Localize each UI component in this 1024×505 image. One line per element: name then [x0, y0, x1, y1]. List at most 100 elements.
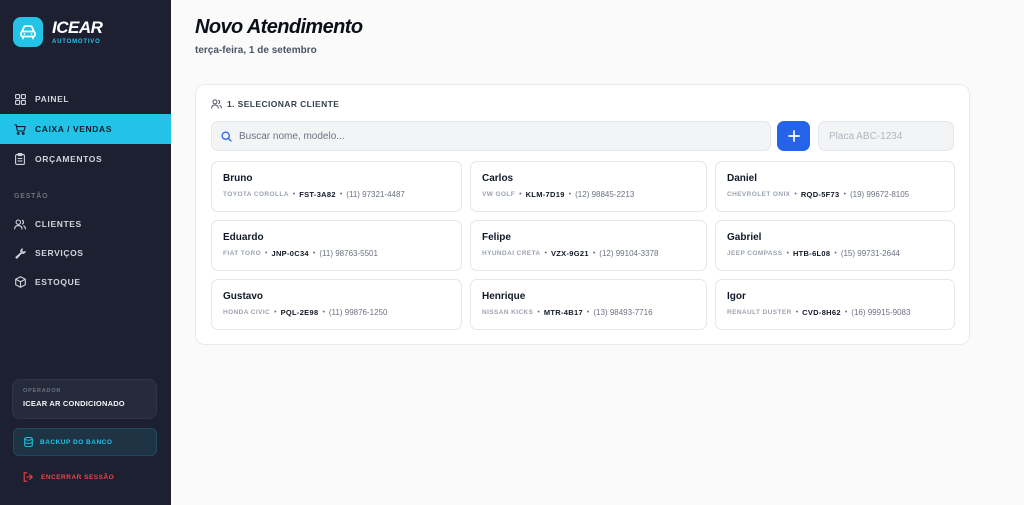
logout-icon [23, 472, 33, 482]
separator-dot: • [339, 191, 343, 198]
client-model: RENAULT DUSTER [727, 309, 792, 316]
client-model: TOYOTA COROLLA [223, 191, 289, 198]
users-icon [211, 99, 222, 109]
client-plate: MTR-4B17 [543, 308, 583, 317]
separator-dot: • [834, 250, 837, 257]
separator-dot: • [844, 309, 848, 316]
separator-dot: • [537, 309, 540, 316]
client-model: HYUNDAI CRETA [482, 250, 541, 257]
nav-item-caixa-vendas[interactable]: CAIXA / VENDAS [0, 114, 171, 144]
add-client-button[interactable] [777, 121, 810, 151]
nav-item-orcamentos[interactable]: ORÇAMENTOS [0, 144, 171, 174]
car-logo-icon [13, 17, 43, 47]
client-phone: (11) 99876-1250 [328, 308, 388, 317]
client-plate: FST-3A82 [299, 190, 336, 199]
separator-dot: • [794, 191, 797, 198]
client-plate: VZX-9G21 [550, 249, 589, 258]
client-card[interactable]: Gabriel JEEP COMPASS • HTB-6L08 • (15) 99731… [715, 220, 955, 271]
client-card[interactable]: Gustavo HONDA CIVIC • PQL-2E98 • (11) 99876-… [211, 279, 462, 330]
client-phone: (11) 97321-4487 [346, 190, 405, 199]
client-name: Daniel [727, 173, 758, 184]
database-icon [24, 437, 33, 447]
wrench-icon [14, 247, 26, 259]
operator-card: OPERADOR ICEAR AR CONDICIONADO [12, 379, 157, 419]
separator-dot: • [592, 250, 596, 257]
client-card[interactable]: Carlos VW GOLF • KLM-7D19 • (12) 98845-2213 [470, 161, 707, 212]
client-model: FIAT TORO [223, 250, 262, 257]
nav-item-estoque[interactable]: ESTOQUE [0, 267, 171, 297]
backup-label: BACKUP DO BANCO [40, 438, 113, 446]
client-search [211, 121, 771, 151]
client-model: JEEP COMPASS [727, 250, 783, 257]
client-name: Gabriel [727, 232, 762, 243]
nav-section-gestao: GESTÃO [14, 193, 49, 200]
separator-dot: • [586, 309, 590, 316]
users-icon [14, 218, 26, 230]
separator-dot: • [292, 191, 296, 198]
client-card[interactable]: Felipe HYUNDAI CRETA • VZX-9G21 • (12) 99104… [470, 220, 707, 271]
nav-item-label: CLIENTES [35, 219, 82, 229]
nav-item-servicos[interactable]: SERVIÇOS [0, 238, 171, 268]
nav-item-painel[interactable]: PAINEL [0, 84, 171, 114]
client-plate: PQL-2E98 [280, 308, 319, 317]
client-phone: (12) 98845-2213 [575, 190, 635, 199]
plate-field [818, 121, 954, 151]
client-card[interactable]: Daniel CHEVROLET ONIX • RQD-5F73 • (19) 9967… [715, 161, 955, 212]
search-input[interactable] [239, 130, 739, 142]
separator-dot: • [312, 250, 316, 257]
page-title: Novo Atendimento [195, 16, 363, 38]
client-phone: (16) 99915-9083 [851, 308, 911, 317]
nav-item-label: ESTOQUE [35, 277, 81, 287]
logout-label: ENCERRAR SESSÃO [41, 473, 115, 481]
section-header: 1. SELECIONAR CLIENTE [211, 99, 339, 109]
nav-item-label: PAINEL [35, 94, 70, 104]
page-date: terça-feira, 1 de setembro [195, 45, 317, 56]
client-model: NISSAN KICKS [482, 309, 534, 316]
client-phone: (12) 99104-3378 [599, 249, 659, 258]
separator-dot: • [274, 309, 277, 316]
client-name: Felipe [482, 232, 511, 243]
client-plate: CVD-8H62 [802, 308, 841, 317]
client-name: Henrique [482, 291, 526, 302]
client-phone: (19) 99672-8105 [849, 190, 910, 199]
separator-dot: • [843, 191, 846, 198]
separator-dot: • [795, 309, 799, 316]
backup-button[interactable]: BACKUP DO BANCO [13, 428, 157, 456]
operator-name: ICEAR AR CONDICIONADO [23, 399, 125, 408]
client-plate: RQD-5F73 [800, 190, 840, 199]
brand-name: ICEAR [52, 18, 103, 37]
client-name: Igor [727, 291, 746, 302]
operator-label: OPERADOR [23, 388, 62, 394]
cart-icon [14, 123, 26, 135]
nav-item-label: SERVIÇOS [35, 248, 84, 258]
client-phone: (13) 98493-7716 [593, 308, 653, 317]
brand: ICEAR AUTOMOTIVO [13, 17, 103, 47]
logout-button[interactable]: ENCERRAR SESSÃO [13, 467, 157, 487]
grid-icon [14, 93, 26, 105]
section-title: 1. SELECIONAR CLIENTE [227, 99, 340, 109]
client-card[interactable]: Henrique NISSAN KICKS • MTR-4B17 • (13) 9849… [470, 279, 707, 330]
client-model: CHEVROLET ONIX [727, 191, 791, 198]
client-phone: (15) 99731-2644 [840, 249, 900, 258]
client-list: Bruno TOYOTA COROLLA • FST-3A82 • (11) 97321… [211, 161, 955, 330]
separator-dot: • [322, 309, 325, 316]
separator-dot: • [786, 250, 789, 257]
clipboard-icon [14, 153, 26, 165]
separator-dot: • [568, 191, 572, 198]
client-plate: HTB-6L08 [792, 249, 831, 258]
client-name: Carlos [482, 173, 514, 184]
nav-item-label: CAIXA / VENDAS [35, 124, 113, 134]
client-name: Bruno [223, 173, 253, 184]
plus-icon [787, 130, 800, 142]
nav-item-clientes[interactable]: CLIENTES [0, 209, 171, 239]
client-card[interactable]: Bruno TOYOTA COROLLA • FST-3A82 • (11) 97321… [211, 161, 462, 212]
client-card[interactable]: Eduardo FIAT TORO • JNP-0C34 • (11) 98763-55… [211, 220, 462, 271]
client-model: HONDA CIVIC [223, 309, 271, 316]
client-card[interactable]: Igor RENAULT DUSTER • CVD-8H62 • (16) 99915-… [715, 279, 955, 330]
nav-item-label: ORÇAMENTOS [35, 154, 103, 164]
plate-input[interactable] [829, 130, 949, 142]
separator-dot: • [519, 191, 522, 198]
brand-subtitle: AUTOMOTIVO [52, 39, 101, 45]
client-phone: (11) 98763-5501 [319, 249, 378, 258]
client-model: VW GOLF [482, 191, 516, 198]
